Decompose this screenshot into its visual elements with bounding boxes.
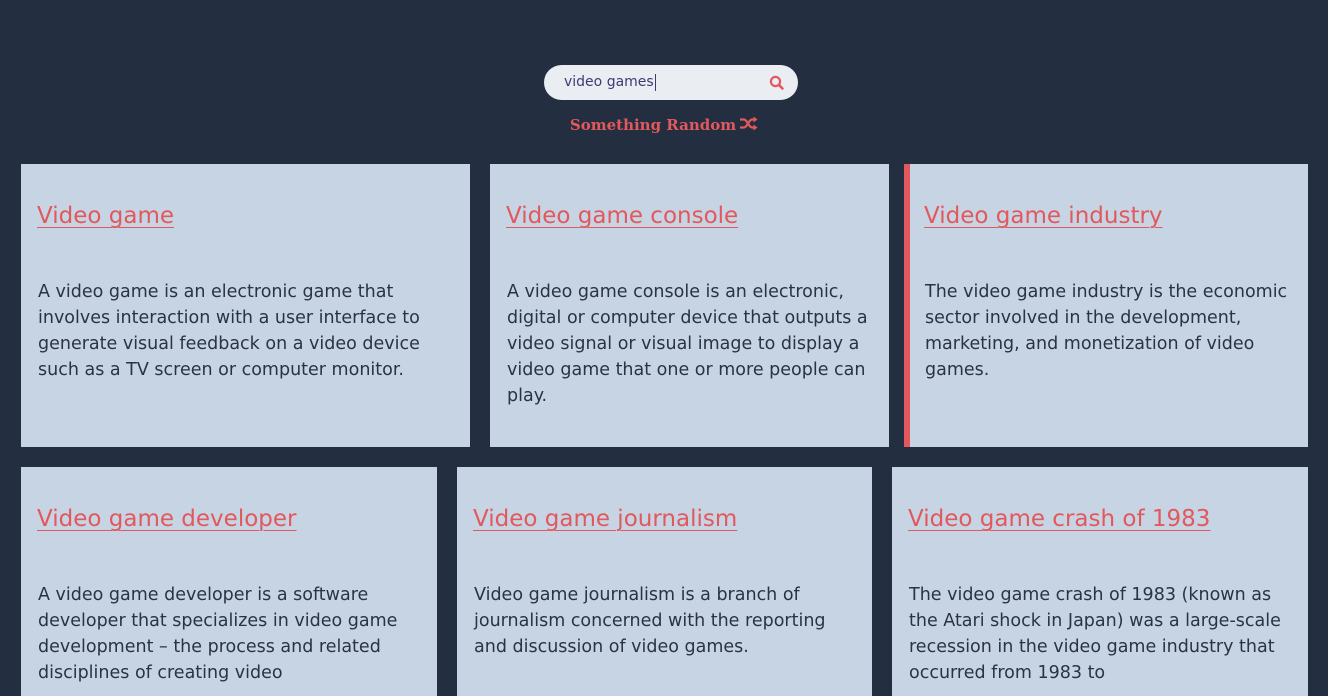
result-card[interactable]: Video game A video game is an electronic… xyxy=(21,164,470,447)
search-input[interactable]: video games xyxy=(564,65,764,100)
result-card[interactable]: Video game developer A video game develo… xyxy=(21,467,437,696)
result-title-link[interactable]: Video game developer xyxy=(37,503,297,535)
result-card[interactable]: Video game journalism Video game journal… xyxy=(457,467,872,696)
result-title-link[interactable]: Video game journalism xyxy=(473,503,737,535)
result-title-link[interactable]: Video game console xyxy=(506,200,738,232)
result-snippet: A video game is an electronic game that … xyxy=(38,282,420,380)
result-card-hovered[interactable]: Video game industry The video game indus… xyxy=(904,164,1308,447)
something-random-link[interactable]: Something Random xyxy=(0,116,1328,134)
something-random-label: Something Random xyxy=(569,116,737,134)
result-title-link[interactable]: Video game crash of 1983 xyxy=(908,503,1210,535)
result-snippet: Video game journalism is a branch of jou… xyxy=(474,585,826,657)
search-icon[interactable] xyxy=(768,74,786,92)
result-card[interactable]: Video game crash of 1983 The video game … xyxy=(892,467,1308,696)
text-cursor xyxy=(654,73,656,91)
result-snippet: A video game console is an electronic, d… xyxy=(507,282,868,406)
result-snippet: A video game developer is a software dev… xyxy=(38,585,398,683)
search-input-value: video games xyxy=(564,74,654,90)
result-card[interactable]: Video game console A video game console … xyxy=(490,164,889,447)
result-snippet: The video game industry is the economic … xyxy=(925,282,1288,380)
result-title-link[interactable]: Video game industry xyxy=(924,200,1163,232)
search-bar: video games xyxy=(544,65,798,100)
result-title-link[interactable]: Video game xyxy=(37,200,174,232)
result-snippet: The video game crash of 1983 (known as t… xyxy=(909,585,1281,683)
shuffle-icon xyxy=(736,116,758,134)
